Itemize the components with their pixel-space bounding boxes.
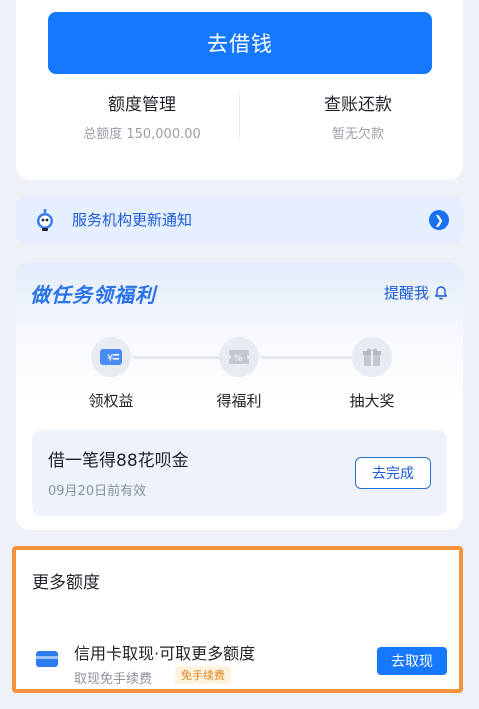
credit-card-cash-title: 信用卡取现·可取更多额度 [74, 644, 256, 663]
loan-summary-card: 去借钱 额度管理 总额度 150,000.00 查账还款 暂无欠款 [16, 0, 463, 180]
offer-expiry: 09月20日前有效 [48, 484, 147, 499]
chevron-right-icon[interactable]: ❯ [429, 210, 449, 230]
step-get-welfare: % 得福利 [189, 337, 289, 411]
service-notice-bar[interactable]: 服务机构更新通知 ❯ [16, 196, 463, 244]
fee-free-badge: 免手续费 [175, 666, 231, 684]
mascot-icon [37, 209, 53, 231]
task-welfare-card: 做任务领福利 提醒我 ¥ 领权益 % 得福利 抽大奖 借一笔得88花呗金 09月… [16, 262, 463, 530]
step-claim-rights: ¥ 领权益 [61, 337, 161, 411]
credit-card-icon [36, 651, 58, 667]
quota-management-title: 额度管理 [108, 95, 176, 115]
step-lottery: 抽大奖 [322, 337, 422, 411]
yen-card-icon: ¥ [91, 337, 131, 377]
credit-card-cash-subtitle: 取现免手续费 [74, 672, 153, 687]
svg-text:¥: ¥ [107, 353, 113, 364]
more-quota-card: 更多额度 信用卡取现·可取更多额度 取现免手续费 免手续费 去取现 [12, 546, 463, 693]
withdraw-cash-button[interactable]: 去取现 [377, 647, 447, 675]
bill-repay-link[interactable]: 查账还款 暂无欠款 [248, 90, 468, 142]
remind-me-label: 提醒我 [383, 284, 429, 302]
step-label: 得福利 [216, 392, 262, 410]
divider [239, 94, 240, 138]
complete-task-button[interactable]: 去完成 [355, 457, 431, 489]
coupon-icon: % [219, 337, 259, 377]
bill-repay-title: 查账还款 [324, 95, 392, 115]
total-quota-value: 总额度 150,000.00 [83, 127, 201, 142]
quota-management-link[interactable]: 额度管理 总额度 150,000.00 [32, 90, 252, 142]
step-label: 领权益 [88, 392, 134, 410]
svg-text:%: % [234, 354, 243, 364]
offer-item: 借一笔得88花呗金 09月20日前有效 去完成 [32, 430, 447, 516]
bell-icon [434, 285, 448, 300]
gift-icon [352, 337, 392, 377]
borrow-button[interactable]: 去借钱 [48, 12, 432, 74]
debt-status: 暂无欠款 [331, 127, 384, 142]
step-label: 抽大奖 [349, 392, 395, 410]
offer-title: 借一笔得88花呗金 [48, 451, 189, 471]
task-card-title: 做任务领福利 [30, 283, 156, 307]
more-quota-title: 更多额度 [32, 573, 100, 593]
remind-me-button[interactable]: 提醒我 [384, 282, 449, 303]
notice-text: 服务机构更新通知 [72, 211, 193, 229]
